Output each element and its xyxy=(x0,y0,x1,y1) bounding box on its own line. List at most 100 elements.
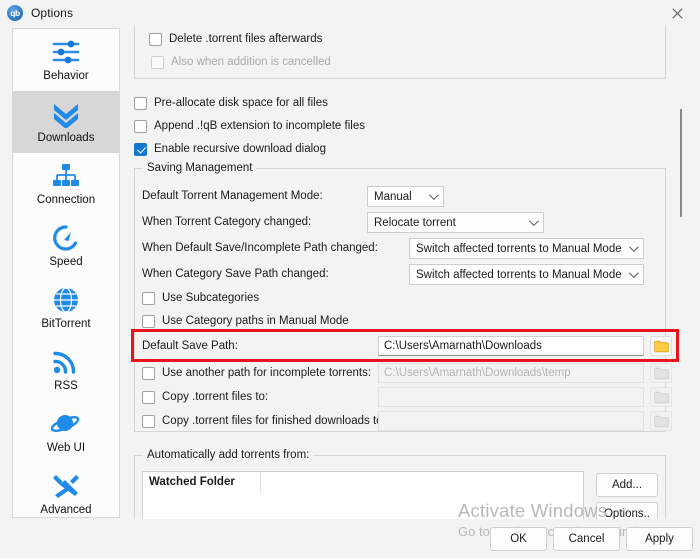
combo-when-torrent-category-changed[interactable]: Relocate torrent xyxy=(367,212,544,233)
add-watched-folder-button[interactable]: Add... xyxy=(596,473,658,497)
apply-button[interactable]: Apply xyxy=(626,527,693,551)
checkbox-box xyxy=(134,119,147,133)
checkbox-box xyxy=(134,96,147,110)
combo-value: Switch affected torrents to Manual Mode xyxy=(416,242,622,255)
watched-folders-table[interactable]: Watched Folder xyxy=(142,471,584,519)
browse-default-save-path-button[interactable] xyxy=(650,336,672,356)
combo-when-category-save-path-changed[interactable]: Switch affected torrents to Manual Mode xyxy=(409,264,644,285)
checkbox-use-subcategories[interactable]: Use Subcategories xyxy=(142,290,259,306)
input-incomplete-path: C:\Users\Amarnath\Downloads\temp xyxy=(378,363,644,383)
checkbox-label: Use Category paths in Manual Mode xyxy=(162,315,349,327)
column-header-watched-folder: Watched Folder xyxy=(143,472,261,492)
folder-icon xyxy=(653,415,669,427)
browse-copy-torrent-files-button xyxy=(650,387,672,407)
vertical-scrollbar[interactable] xyxy=(676,25,685,505)
tools-icon xyxy=(46,469,86,503)
sidebar-item-webui[interactable]: Web UI xyxy=(13,401,119,463)
label-default-torrent-management-mode: Default Torrent Management Mode: xyxy=(142,190,323,202)
checkbox-delete-torrent-afterwards[interactable]: Delete .torrent files afterwards xyxy=(149,31,322,47)
settings-scroll-area: Delete .torrent files afterwards Also wh… xyxy=(128,25,694,519)
sidebar-item-label: Web UI xyxy=(46,442,86,454)
checkbox-label: Enable recursive download dialog xyxy=(154,143,326,155)
sidebar-item-connection[interactable]: Connection xyxy=(13,153,119,215)
combo-value: Manual xyxy=(374,190,412,203)
label-when-torrent-category-changed: When Torrent Category changed: xyxy=(142,216,312,228)
checkbox-enable-recursive-download[interactable]: Enable recursive download dialog xyxy=(134,141,326,157)
input-value: C:\Users\Amarnath\Downloads\temp xyxy=(384,367,571,379)
checkbox-use-category-paths-manual-mode[interactable]: Use Category paths in Manual Mode xyxy=(142,313,349,329)
ok-button[interactable]: OK xyxy=(490,527,547,551)
checkbox-also-when-cancelled: Also when addition is cancelled xyxy=(151,54,331,70)
chevron-down-icon xyxy=(628,241,639,252)
window-title: Options xyxy=(31,6,74,20)
sidebar-item-advanced[interactable]: Advanced xyxy=(13,463,119,517)
label-when-default-save-path-changed: When Default Save/Incomplete Path change… xyxy=(142,242,378,254)
combo-value: Relocate torrent xyxy=(374,216,456,229)
browse-incomplete-path-button xyxy=(650,363,672,383)
double-chevron-down-icon xyxy=(46,97,86,131)
dialog-body: Behavior Downloads Connection Speed BitT… xyxy=(0,25,700,558)
checkbox-box xyxy=(149,32,162,46)
combo-when-default-save-path-changed[interactable]: Switch affected torrents to Manual Mode xyxy=(409,238,644,259)
network-icon xyxy=(46,159,86,193)
close-icon[interactable] xyxy=(655,0,700,26)
sidebar-item-speed[interactable]: Speed xyxy=(13,215,119,277)
checkbox-box xyxy=(142,366,155,380)
input-default-save-path[interactable]: C:\Users\Amarnath\Downloads xyxy=(378,336,644,356)
input-copy-finished-path xyxy=(378,411,644,431)
checkbox-label: Pre-allocate disk space for all files xyxy=(154,97,328,109)
input-copy-torrent-files-path xyxy=(378,387,644,407)
folder-icon xyxy=(653,340,669,352)
sidebar-item-label: Speed xyxy=(49,256,83,268)
speedometer-icon xyxy=(46,221,86,255)
chevron-down-icon xyxy=(528,215,539,226)
sidebar-item-behavior[interactable]: Behavior xyxy=(13,29,119,91)
checkbox-label: Copy .torrent files to: xyxy=(162,391,269,403)
checkbox-box xyxy=(142,291,155,305)
checkbox-box xyxy=(142,390,155,404)
cancel-button[interactable]: Cancel xyxy=(553,527,620,551)
sidebar-item-label: Downloads xyxy=(37,132,95,144)
checkbox-label: Delete .torrent files afterwards xyxy=(169,33,323,45)
watched-folder-options-button[interactable]: Options.. xyxy=(596,502,658,519)
checkbox-label: Use Subcategories xyxy=(162,292,260,304)
sidebar-item-bittorrent[interactable]: BitTorrent xyxy=(13,277,119,339)
sidebar-item-label: Advanced xyxy=(40,504,92,516)
rss-icon xyxy=(46,345,86,379)
combo-value: Switch affected torrents to Manual Mode xyxy=(416,268,622,281)
group-title: Automatically add torrents from: xyxy=(143,449,314,461)
folder-icon xyxy=(653,391,669,403)
label-default-save-path: Default Save Path: xyxy=(142,340,238,352)
combo-default-torrent-management-mode[interactable]: Manual xyxy=(367,186,444,207)
checkbox-copy-torrent-finished-downloads[interactable]: Copy .torrent files for finished downloa… xyxy=(142,413,386,429)
globe-icon xyxy=(46,283,86,317)
planet-icon xyxy=(46,407,86,441)
folder-icon xyxy=(653,367,669,379)
table-header-row: Watched Folder xyxy=(143,472,583,492)
checkbox-box xyxy=(134,142,147,156)
checkbox-preallocate-disk-space[interactable]: Pre-allocate disk space for all files xyxy=(134,95,328,111)
sidebar-item-label: BitTorrent xyxy=(41,318,91,330)
checkbox-copy-torrent-files-to[interactable]: Copy .torrent files to: xyxy=(142,389,268,405)
checkbox-box xyxy=(151,55,164,69)
checkbox-label: Copy .torrent files for finished downloa… xyxy=(162,415,386,427)
sidebar-item-label: RSS xyxy=(54,380,78,392)
checkbox-label: Use another path for incomplete torrents… xyxy=(162,367,372,379)
group-title: Saving Management xyxy=(143,162,257,174)
sidebar: Behavior Downloads Connection Speed BitT… xyxy=(12,28,120,518)
sidebar-item-label: Connection xyxy=(36,194,96,206)
scroll-frame: Delete .torrent files afterwards Also wh… xyxy=(128,25,694,519)
chevron-down-icon xyxy=(628,267,639,278)
title-bar: qb Options xyxy=(0,0,700,26)
options-dialog: qb Options Behavior Downloads Connection… xyxy=(0,0,700,558)
checkbox-use-another-path-incomplete[interactable]: Use another path for incomplete torrents… xyxy=(142,365,371,381)
sidebar-item-downloads[interactable]: Downloads xyxy=(13,91,119,153)
sidebar-item-label: Behavior xyxy=(43,70,89,82)
sidebar-item-rss[interactable]: RSS xyxy=(13,339,119,401)
checkbox-append-qb-extension[interactable]: Append .!qB extension to incomplete file… xyxy=(134,118,365,134)
qbittorrent-logo-icon: qb xyxy=(7,5,23,21)
chevron-down-icon xyxy=(428,189,439,200)
checkbox-box xyxy=(142,414,155,428)
scrollbar-thumb[interactable] xyxy=(680,109,682,217)
sliders-icon xyxy=(46,35,86,69)
